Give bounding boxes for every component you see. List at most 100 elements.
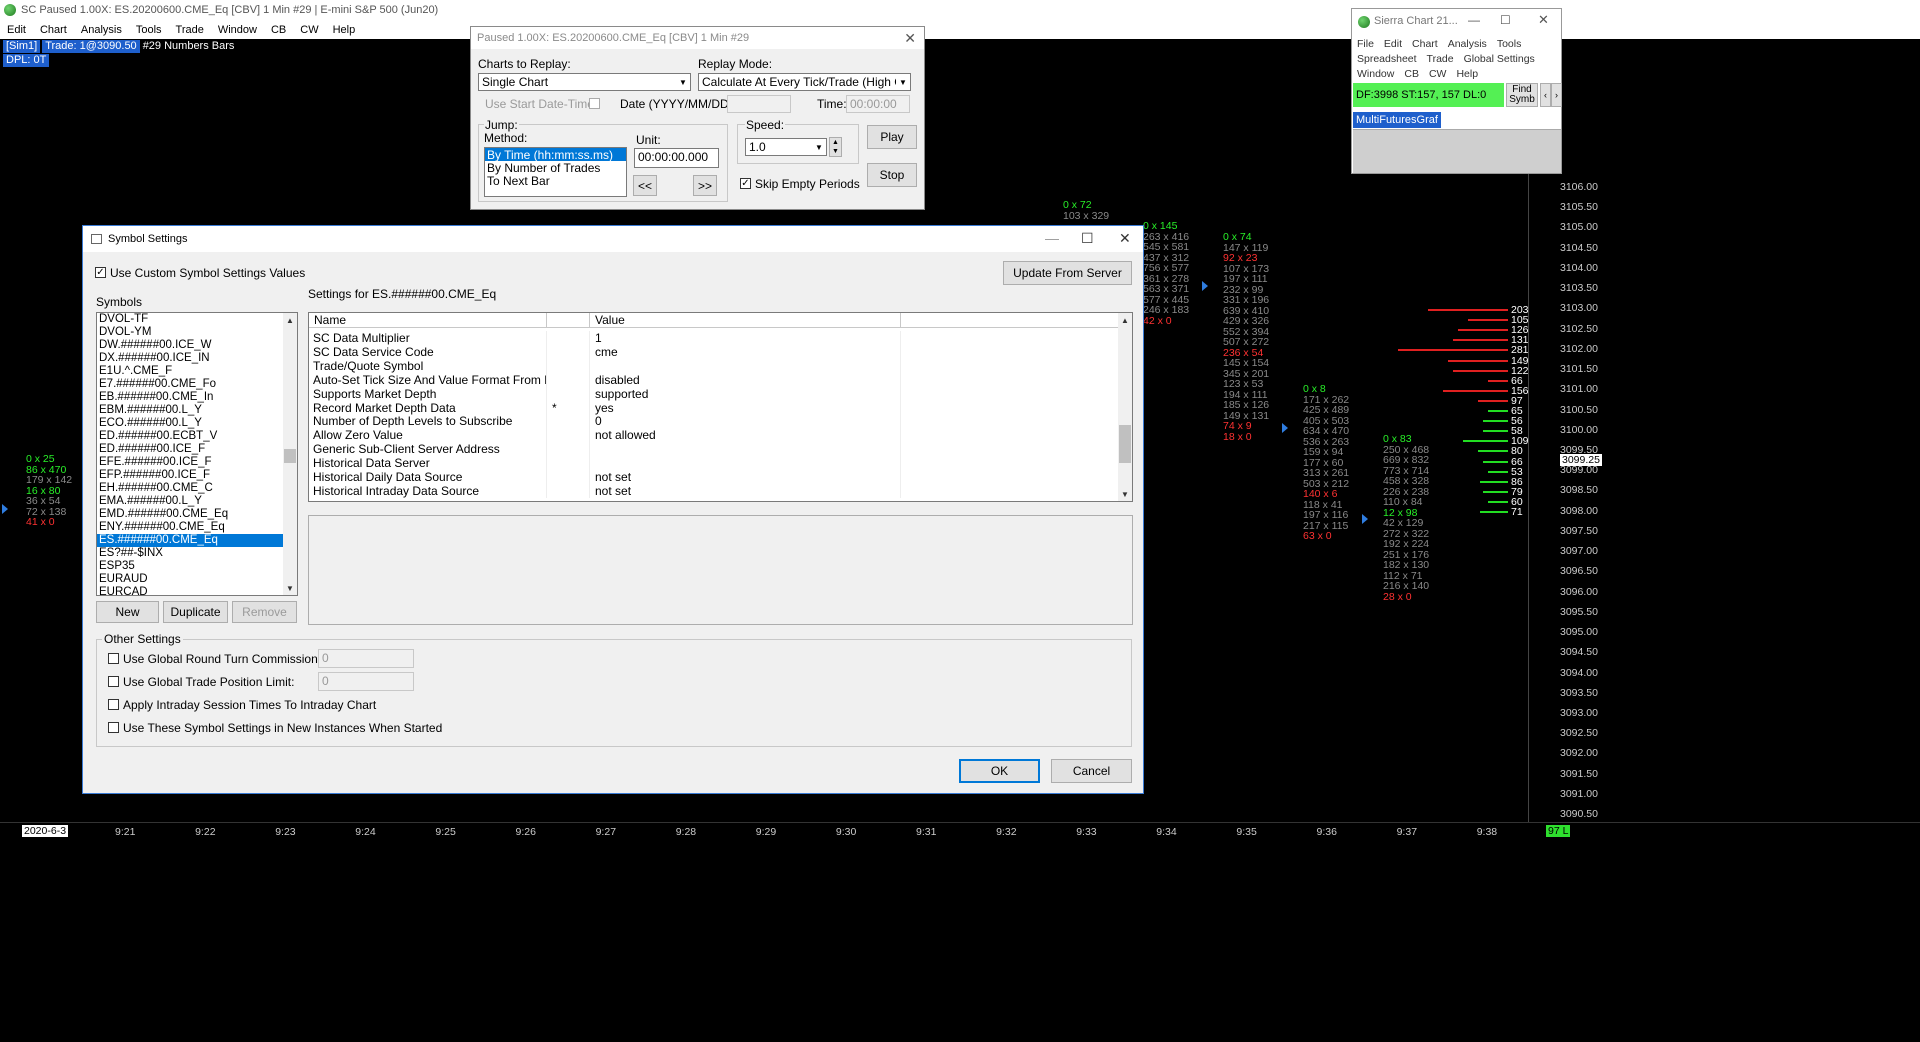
symbol-list-item[interactable]: E1U.^.CME_F [97,365,283,378]
footprint-bar[interactable]: 0 x 83 250 x 468 669 x 832 773 x 714 458 x 3… [1383,434,1429,602]
sc-menu-item-tools[interactable]: Tools [1497,38,1522,50]
new-symbol-button[interactable]: New [96,601,159,623]
sc-menu-item-global-settings[interactable]: Global Settings [1464,53,1535,65]
settings-row[interactable]: Auto-Set Tick Size And Value Format From… [309,372,1119,387]
menu-item-cw[interactable]: CW [293,24,325,36]
symbol-list-item[interactable]: DX.######00.ICE_IN [97,352,283,365]
stop-button[interactable]: Stop [867,163,917,187]
new-instances-checkbox[interactable] [108,722,119,733]
maximize-icon[interactable]: ☐ [1081,230,1094,247]
menu-item-edit[interactable]: Edit [0,24,33,36]
sc-menu-item-cb[interactable]: CB [1404,68,1419,80]
menu-item-cb[interactable]: CB [264,24,293,36]
use-custom-settings-checkbox[interactable]: ✓ [95,267,106,278]
jump-method-item[interactable]: To Next Bar [485,174,626,188]
jump-method-item[interactable]: By Number of Trades [485,161,626,175]
symbol-list-item[interactable]: EBM.######00.L_Y [97,404,283,417]
footprint-bar[interactable]: 0 x 145 263 x 416 545 x 581 437 x 312 756 x … [1143,221,1189,326]
settings-row[interactable]: SC Data Service Code cme [309,344,1119,359]
sc-menu-item-spreadsheet[interactable]: Spreadsheet [1357,53,1417,65]
update-from-server-button[interactable]: Update From Server [1003,261,1132,285]
symbol-list-item[interactable]: ED.######00.ECBT_V [97,430,283,443]
charts-to-replay-select[interactable]: Single Chart ▼ [478,73,691,91]
close-icon[interactable]: ✕ [1119,230,1131,247]
unit-input[interactable]: 00:00:00.000 [634,148,719,168]
global-commission-checkbox[interactable] [108,653,119,664]
symbols-list[interactable]: DVOL-TF DVOL-YM DW.######00.ICE_W DX.######… [96,312,298,596]
settings-grid[interactable]: Name Value SC Data Multiplier 1 SC Data Se… [308,312,1133,502]
close-icon[interactable]: ✕ [1538,12,1549,28]
symbol-list-item[interactable]: EMD.######00.CME_Eq [97,508,283,521]
speed-select[interactable]: 1.0 ▼ [745,138,827,156]
sc-menu-item-cw[interactable]: CW [1429,68,1447,80]
settings-row[interactable]: Supports Market Depth supported [309,386,1119,401]
chevron-right-icon[interactable]: › [1551,83,1562,107]
sc-menu-item-analysis[interactable]: Analysis [1448,38,1487,50]
symbol-list-item[interactable]: EH.######00.CME_C [97,482,283,495]
settings-row[interactable]: Allow Zero Value not allowed [309,428,1119,443]
menu-item-analysis[interactable]: Analysis [74,24,129,36]
jump-back-button[interactable]: << [633,175,657,196]
speed-spinner[interactable]: ▲ ▼ [829,137,842,157]
symbol-list-item[interactable]: DVOL-TF [97,313,283,326]
symbol-list-item[interactable]: EURCAD [97,586,283,595]
footprint-bar[interactable]: 0 x 25 86 x 470 179 x 142 16 x 80 36 x 54 72 … [26,454,72,528]
symbol-list-item[interactable]: DVOL-YM [97,326,283,339]
menu-item-chart[interactable]: Chart [33,24,74,36]
global-position-limit-input[interactable]: 0 [318,672,414,691]
settings-row[interactable]: Historical Data Server [309,456,1119,471]
ok-button[interactable]: OK [959,759,1040,783]
scrollbar-thumb[interactable] [1119,425,1131,463]
symbol-list-item[interactable]: ESP35 [97,560,283,573]
menu-item-tools[interactable]: Tools [129,24,169,36]
use-start-datetime-checkbox[interactable] [589,98,600,109]
symbol-list-item[interactable]: EURAUD [97,573,283,586]
remove-symbol-button[interactable]: Remove [232,601,297,623]
column-header-flag[interactable] [547,313,590,328]
symbol-list-item[interactable]: ENY.######00.CME_Eq [97,521,283,534]
play-button[interactable]: Play [867,125,917,149]
chevron-up-icon[interactable]: ▲ [283,313,297,327]
symbol-list-item[interactable]: ES?##-$INX [97,547,283,560]
symbols-scrollbar[interactable]: ▲ ▼ [283,313,297,595]
sc-menu-item-trade[interactable]: Trade [1427,53,1454,65]
symbol-list-item[interactable]: EFE.######00.ICE_F [97,456,283,469]
symbol-list-item[interactable]: EFP.######00.ICE_F [97,469,283,482]
replay-mode-select[interactable]: Calculate At Every Tick/Trade (High CPU … [698,73,911,91]
symbol-list-item[interactable]: DW.######00.ICE_W [97,339,283,352]
minimize-icon[interactable]: — [1045,230,1059,246]
footprint-bar[interactable]: 0 x 72 103 x 329 [1063,200,1109,221]
date-input[interactable] [727,95,791,113]
column-header-value[interactable]: Value [590,313,901,328]
settings-row[interactable]: SC Data Multiplier 1 [309,331,1119,345]
symbol-list-item[interactable]: E7.######00.CME_Fo [97,378,283,391]
footprint-bar[interactable]: 0 x 8 171 x 262 425 x 489 405 x 503 634 x 47… [1303,384,1349,542]
sc-menu-item-help[interactable]: Help [1456,68,1478,80]
settings-row[interactable]: Historical Daily Data Source not set [309,470,1119,484]
settings-row[interactable]: Record Market Depth Data * yes [309,400,1119,415]
settings-row[interactable]: Number of Depth Levels to Subscribe 0 [309,414,1119,429]
find-symbol-button[interactable]: Find Symb [1506,83,1538,107]
footprint-bar[interactable]: 0 x 74 147 x 119 92 x 23 107 x 173 197 x 111… [1223,232,1269,442]
jump-method-item[interactable]: By Time (hh:mm:ss.ms) [485,148,626,162]
price-axis[interactable]: 3106.00 3105.50 3105.00 3104.50 3104.00 3103.… [1530,38,1920,822]
duplicate-symbol-button[interactable]: Duplicate [163,601,228,623]
global-position-limit-checkbox[interactable] [108,676,119,687]
symbol-list-item[interactable]: EB.######00.CME_In [97,391,283,404]
maximize-icon[interactable]: ☐ [1500,13,1511,27]
scrollbar-thumb[interactable] [284,449,296,463]
settings-grid-scrollbar[interactable]: ▲ ▼ [1118,313,1132,501]
sc-menu-item-window[interactable]: Window [1357,68,1394,80]
column-header-name[interactable]: Name [309,313,547,328]
minimize-icon[interactable]: — [1468,13,1480,27]
menu-item-window[interactable]: Window [211,24,264,36]
cancel-button[interactable]: Cancel [1051,759,1132,783]
symbol-list-item[interactable]: ES.######00.CME_Eq [97,534,283,547]
sc-menu-item-chart[interactable]: Chart [1412,38,1438,50]
settings-row[interactable]: Generic Sub-Client Server Address [309,442,1119,457]
symbol-list-item[interactable]: EMA.######00.L_Y [97,495,283,508]
settings-row[interactable]: Historical Intraday Data Source not set [309,483,1119,498]
chartbook-tab[interactable]: MultiFuturesGraf [1353,112,1441,128]
close-icon[interactable]: ✕ [904,30,916,47]
menu-item-help[interactable]: Help [326,24,363,36]
